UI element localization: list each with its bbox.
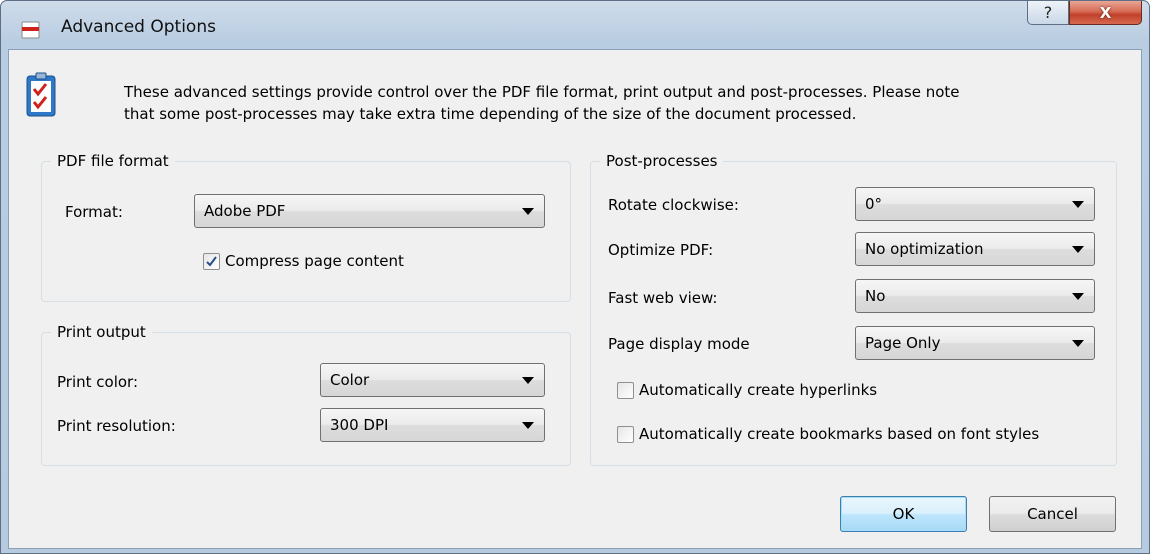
optimize-pdf-select-value: No optimization	[865, 240, 984, 258]
page-display-mode-label: Page display mode	[608, 335, 750, 353]
checkbox-checked-icon	[203, 252, 220, 270]
create-bookmarks-checkbox[interactable]: Automatically create bookmarks based on …	[617, 424, 1039, 444]
format-label: Format:	[65, 203, 123, 221]
checkbox-unchecked-icon	[617, 381, 634, 399]
chevron-down-icon	[1072, 246, 1084, 253]
chevron-down-icon	[522, 377, 534, 384]
description-line-2: that some post-processes may take extra …	[124, 105, 857, 123]
checkbox-unchecked-icon	[617, 425, 634, 443]
chevron-down-icon	[1072, 340, 1084, 347]
rotate-clockwise-select[interactable]: 0°	[855, 187, 1095, 221]
ok-button[interactable]: OK	[840, 496, 967, 532]
title-bar[interactable]: Advanced Options ? X	[1, 1, 1149, 49]
advanced-options-window: Advanced Options ? X These advanced sett…	[0, 0, 1150, 554]
fast-web-view-label: Fast web view:	[608, 289, 718, 307]
post-processes-group: Post-processes Rotate clockwise: 0° Opti…	[590, 150, 1117, 466]
description-text: These advanced settings provide control …	[124, 81, 1114, 125]
page-display-mode-select-value: Page Only	[865, 334, 941, 352]
checklist-icon	[25, 72, 57, 118]
format-select-value: Adobe PDF	[204, 202, 286, 220]
help-button[interactable]: ?	[1027, 1, 1069, 25]
pdf-file-format-legend: PDF file format	[51, 150, 175, 172]
print-output-legend: Print output	[51, 321, 152, 343]
create-hyperlinks-label: Automatically create hyperlinks	[639, 381, 878, 399]
fast-web-view-select[interactable]: No	[855, 279, 1095, 313]
description-line-1: These advanced settings provide control …	[124, 83, 960, 101]
pdf-file-format-group: PDF file format Format: Adobe PDF Compre…	[41, 150, 571, 302]
window-title: Advanced Options	[61, 17, 216, 37]
chevron-down-icon	[522, 422, 534, 429]
cancel-button[interactable]: Cancel	[989, 496, 1116, 532]
print-resolution-select-value: 300 DPI	[330, 416, 389, 434]
caption-buttons: ? X	[1027, 1, 1142, 27]
create-hyperlinks-checkbox[interactable]: Automatically create hyperlinks	[617, 380, 877, 400]
print-resolution-label: Print resolution:	[57, 417, 176, 435]
post-processes-legend: Post-processes	[600, 150, 724, 172]
close-button[interactable]: X	[1069, 1, 1142, 25]
close-icon: X	[1099, 3, 1112, 22]
print-resolution-select[interactable]: 300 DPI	[320, 408, 545, 442]
compress-page-content-label: Compress page content	[225, 252, 404, 270]
compress-page-content-checkbox[interactable]: Compress page content	[203, 251, 404, 271]
print-color-select[interactable]: Color	[320, 363, 545, 397]
help-icon: ?	[1043, 3, 1053, 22]
print-color-select-value: Color	[330, 371, 370, 389]
create-bookmarks-label: Automatically create bookmarks based on …	[639, 425, 1040, 443]
chevron-down-icon	[1072, 201, 1084, 208]
fast-web-view-select-value: No	[865, 287, 886, 305]
chevron-down-icon	[522, 208, 534, 215]
print-color-label: Print color:	[57, 373, 138, 391]
print-output-group: Print output Print color: Color Print re…	[41, 321, 571, 466]
rotate-clockwise-label: Rotate clockwise:	[608, 196, 739, 214]
rotate-clockwise-select-value: 0°	[865, 195, 883, 213]
pdf-document-icon	[21, 21, 40, 39]
chevron-down-icon	[1072, 293, 1084, 300]
optimize-pdf-select[interactable]: No optimization	[855, 232, 1095, 266]
format-select[interactable]: Adobe PDF	[194, 194, 545, 228]
optimize-pdf-label: Optimize PDF:	[608, 241, 714, 259]
page-display-mode-select[interactable]: Page Only	[855, 326, 1095, 360]
dialog-content: These advanced settings provide control …	[8, 49, 1142, 549]
